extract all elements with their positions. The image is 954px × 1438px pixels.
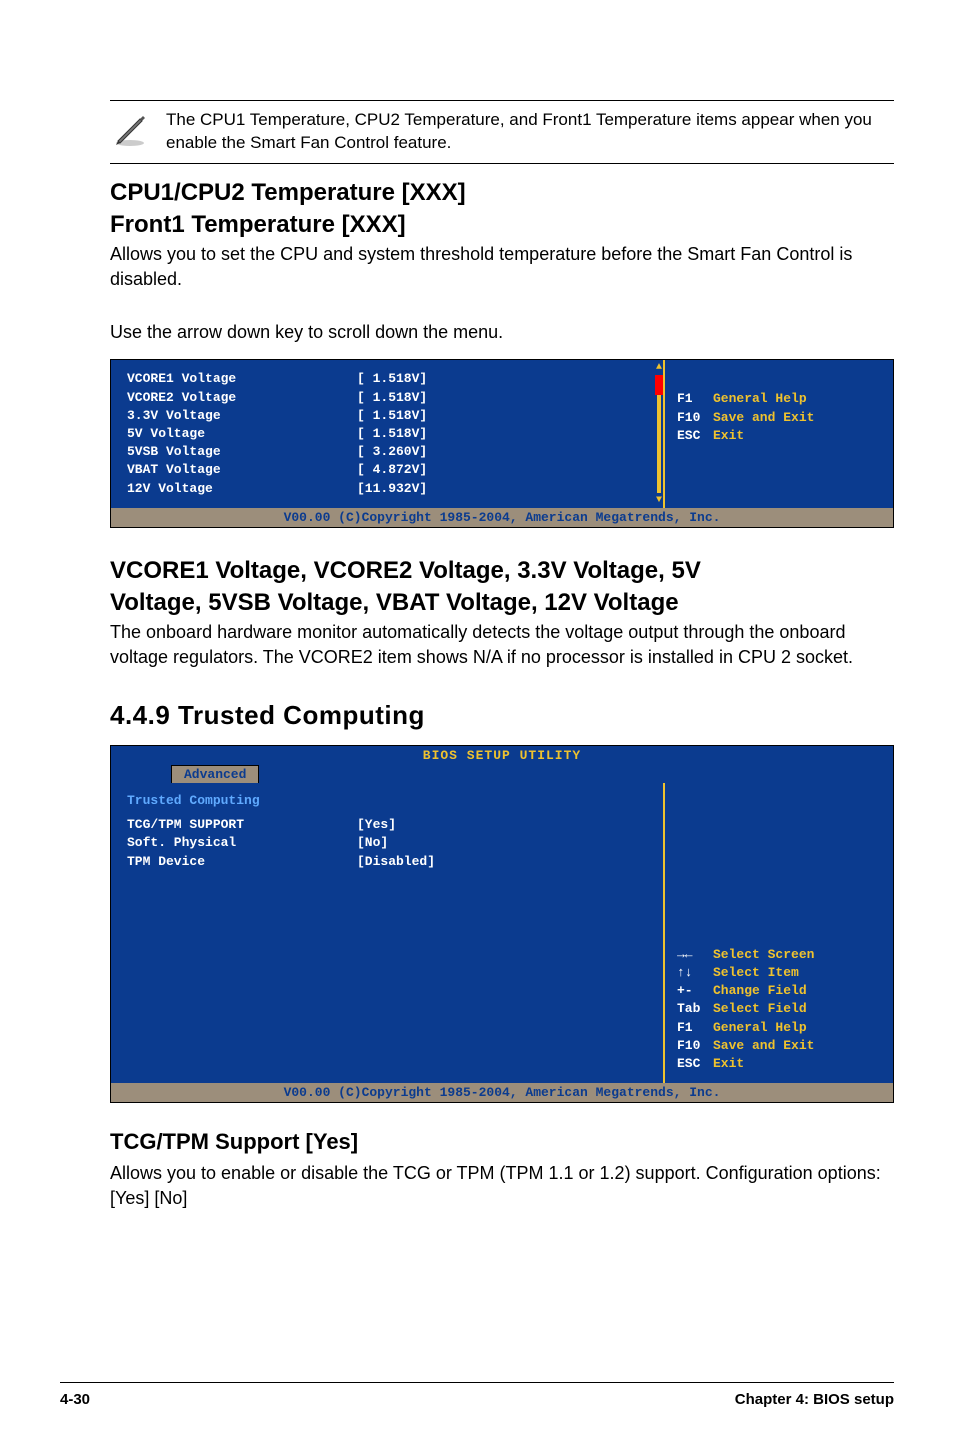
bios-right-panel: F1General Help F10Save and Exit ESCExit — [663, 360, 893, 507]
scroll-down-icon[interactable]: ▼ — [656, 495, 662, 506]
bios-row: VCORE1 Voltage[ 1.518V] — [127, 370, 647, 388]
section-title-tcg: TCG/TPM Support [Yes] — [110, 1129, 894, 1155]
bios-hint: +-Change Field — [677, 982, 814, 1000]
bios-row: 3.3V Voltage[ 1.518V] — [127, 407, 647, 425]
bios-tab-advanced[interactable]: Advanced — [171, 765, 259, 783]
page-number: 4-30 — [60, 1391, 90, 1408]
chapter-label: Chapter 4: BIOS setup — [735, 1391, 894, 1408]
bios-value: [ 1.518V] — [357, 389, 427, 407]
bios-row: VBAT Voltage[ 4.872V] — [127, 461, 647, 479]
bios-left-panel: VCORE1 Voltage[ 1.518V] VCORE2 Voltage[ … — [111, 360, 663, 507]
bios-label: TCG/TPM SUPPORT — [127, 816, 357, 834]
bios-hint: ESCExit — [677, 427, 881, 445]
hint-key: +- — [677, 982, 713, 1000]
hint-key: ↑↓ — [677, 964, 713, 982]
bios-value: [ 3.260V] — [357, 443, 427, 461]
bios-panel-voltages: VCORE1 Voltage[ 1.518V] VCORE2 Voltage[ … — [110, 359, 894, 527]
hint-text: Save and Exit — [713, 409, 814, 427]
page-footer: 4-30 Chapter 4: BIOS setup — [60, 1382, 894, 1408]
bios-value: [No] — [357, 834, 388, 852]
hint-text: General Help — [713, 1019, 807, 1037]
bios-row: Soft. Physical[No] — [127, 834, 647, 852]
bios-value: [ 4.872V] — [357, 461, 427, 479]
bios-left-panel: Trusted Computing TCG/TPM SUPPORT[Yes] S… — [111, 783, 663, 1083]
hint-key: F1 — [677, 1019, 713, 1037]
bios-label: VBAT Voltage — [127, 461, 357, 479]
bios-hint: F1General Help — [677, 390, 881, 408]
scroll-hint: Use the arrow down key to scroll down th… — [110, 320, 894, 345]
bios-label: VCORE1 Voltage — [127, 370, 357, 388]
bios-label: TPM Device — [127, 853, 357, 871]
bios-label: 5VSB Voltage — [127, 443, 357, 461]
bios-hint: ↑↓Select Item — [677, 964, 814, 982]
hint-key: ESC — [677, 1055, 713, 1073]
heading-trusted-computing: 4.4.9 Trusted Computing — [110, 700, 894, 731]
hint-key: ESC — [677, 427, 713, 445]
bios-value: [11.932V] — [357, 480, 427, 498]
bios-footer: V00.00 (C)Copyright 1985-2004, American … — [111, 1083, 893, 1102]
bios-label: 3.3V Voltage — [127, 407, 357, 425]
section-body-tcg: Allows you to enable or disable the TCG … — [110, 1161, 894, 1211]
section-title-cpu-temp-2: Front1 Temperature [XXX] — [110, 210, 894, 240]
section-title-voltages-1: VCORE1 Voltage, VCORE2 Voltage, 3.3V Vol… — [110, 556, 894, 586]
hint-key: F1 — [677, 390, 713, 408]
hint-key: Tab — [677, 1000, 713, 1018]
bios-footer: V00.00 (C)Copyright 1985-2004, American … — [111, 508, 893, 527]
hint-text: Select Screen — [713, 946, 814, 964]
bios-panel-trusted: BIOS SETUP UTILITY Advanced Trusted Comp… — [110, 745, 894, 1103]
bios-hint: TabSelect Field — [677, 1000, 814, 1018]
bios-row: VCORE2 Voltage[ 1.518V] — [127, 389, 647, 407]
hint-text: Change Field — [713, 982, 807, 1000]
hint-key: →← — [677, 946, 713, 964]
bios-section-header: Trusted Computing — [127, 793, 647, 816]
hint-text: General Help — [713, 390, 807, 408]
bios-label: VCORE2 Voltage — [127, 389, 357, 407]
note-text: The CPU1 Temperature, CPU2 Temperature, … — [166, 109, 894, 155]
bios-label: Soft. Physical — [127, 834, 357, 852]
bios-value: [Yes] — [357, 816, 396, 834]
bios-value: [ 1.518V] — [357, 425, 427, 443]
hint-text: Exit — [713, 427, 744, 445]
bios-hint: F10Save and Exit — [677, 1037, 814, 1055]
hint-key: F10 — [677, 409, 713, 427]
note-block: The CPU1 Temperature, CPU2 Temperature, … — [110, 100, 894, 164]
bios-tabs: Advanced — [111, 765, 893, 783]
pencil-icon — [110, 111, 150, 152]
bios-label: 12V Voltage — [127, 480, 357, 498]
bios-title: BIOS SETUP UTILITY — [111, 746, 893, 765]
bios-right-panel: →←Select Screen ↑↓Select Item +-Change F… — [663, 783, 893, 1083]
bios-value: [ 1.518V] — [357, 370, 427, 388]
bios-scrollbar[interactable]: ▲ ▼ — [655, 360, 663, 507]
bios-row: TPM Device[Disabled] — [127, 853, 647, 871]
bios-value: [Disabled] — [357, 853, 435, 871]
bios-hint: F1General Help — [677, 1019, 814, 1037]
bios-row: TCG/TPM SUPPORT[Yes] — [127, 816, 647, 834]
section-title-voltages-2: Voltage, 5VSB Voltage, VBAT Voltage, 12V… — [110, 588, 894, 618]
bios-value: [ 1.518V] — [357, 407, 427, 425]
section-title-cpu-temp-1: CPU1/CPU2 Temperature [XXX] — [110, 178, 894, 208]
scroll-up-icon[interactable]: ▲ — [656, 362, 662, 373]
bios-body: VCORE1 Voltage[ 1.518V] VCORE2 Voltage[ … — [111, 360, 893, 507]
hint-text: Select Item — [713, 964, 799, 982]
bios-hint: F10Save and Exit — [677, 409, 881, 427]
hint-text: Select Field — [713, 1000, 807, 1018]
bios-hint: →←Select Screen — [677, 946, 814, 964]
bios-label: 5V Voltage — [127, 425, 357, 443]
bios-row: 5VSB Voltage[ 3.260V] — [127, 443, 647, 461]
bios-body: Trusted Computing TCG/TPM SUPPORT[Yes] S… — [111, 783, 893, 1083]
hint-key: F10 — [677, 1037, 713, 1055]
bios-hint: ESCExit — [677, 1055, 814, 1073]
bios-row: 12V Voltage[11.932V] — [127, 480, 647, 498]
section-body-cpu-temp: Allows you to set the CPU and system thr… — [110, 242, 894, 292]
section-body-voltages: The onboard hardware monitor automatical… — [110, 620, 894, 670]
hint-text: Save and Exit — [713, 1037, 814, 1055]
hint-text: Exit — [713, 1055, 744, 1073]
scroll-track[interactable] — [657, 375, 661, 492]
bios-row: 5V Voltage[ 1.518V] — [127, 425, 647, 443]
